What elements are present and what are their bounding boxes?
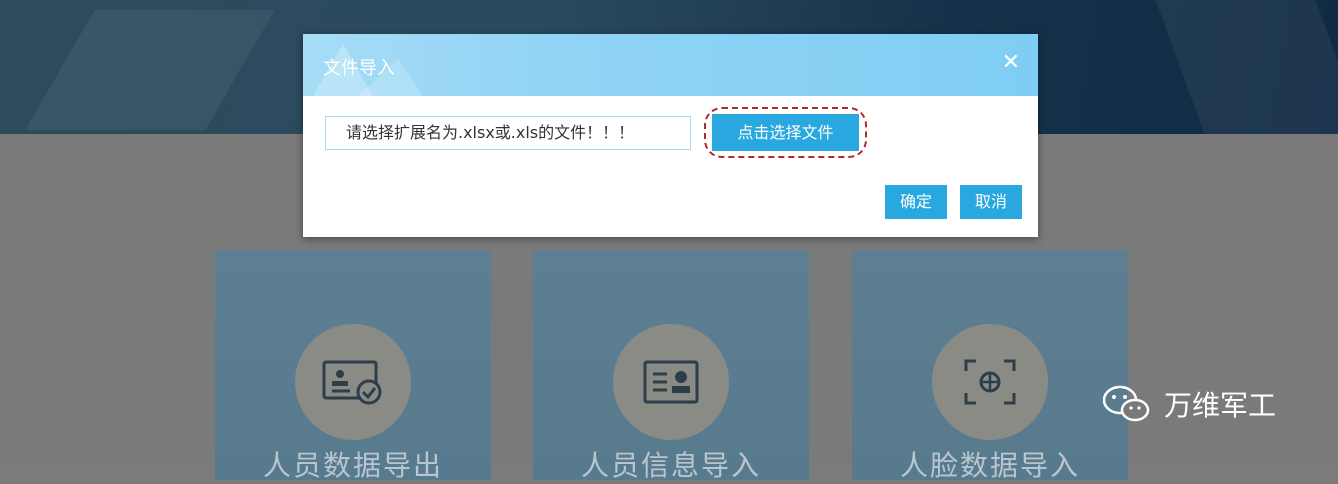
card-title: 人员信息导入 (580, 449, 761, 482)
close-icon[interactable]: ✕ (1002, 50, 1020, 76)
card-export-personnel[interactable]: 人员数据导出 (215, 250, 491, 482)
choose-file-button[interactable]: 点击选择文件 (712, 114, 859, 151)
watermark-text: 万维军工 (1164, 389, 1277, 422)
cancel-button[interactable]: 取消 (960, 185, 1022, 219)
card-icon-circle (613, 324, 729, 440)
face-scan-icon (964, 359, 1016, 405)
card-import-personnel[interactable]: 人员信息导入 (533, 250, 809, 482)
confirm-button[interactable]: 确定 (885, 185, 947, 219)
card-icon-circle (932, 324, 1048, 440)
card-title: 人脸数据导入 (899, 449, 1080, 482)
dialog-header: 文件导入 ✕ (303, 34, 1038, 96)
dialog-title: 文件导入 (323, 58, 395, 79)
id-card-check-icon (322, 360, 382, 405)
id-card-icon (643, 360, 699, 404)
banner-decoration (1155, 0, 1338, 134)
card-icon-circle (295, 324, 411, 440)
file-import-dialog: 文件导入 ✕ 请选择扩展名为.xlsx或.xls的文件！！！ 点击选择文件 确定… (303, 34, 1038, 237)
banner-decoration (25, 10, 275, 130)
card-title: 人员数据导出 (262, 449, 443, 482)
watermark: 万维军工 (1102, 384, 1276, 424)
file-path-field[interactable]: 请选择扩展名为.xlsx或.xls的文件！！！ (325, 116, 691, 150)
wechat-icon (1102, 385, 1150, 422)
card-import-face[interactable]: 人脸数据导入 (852, 250, 1128, 482)
